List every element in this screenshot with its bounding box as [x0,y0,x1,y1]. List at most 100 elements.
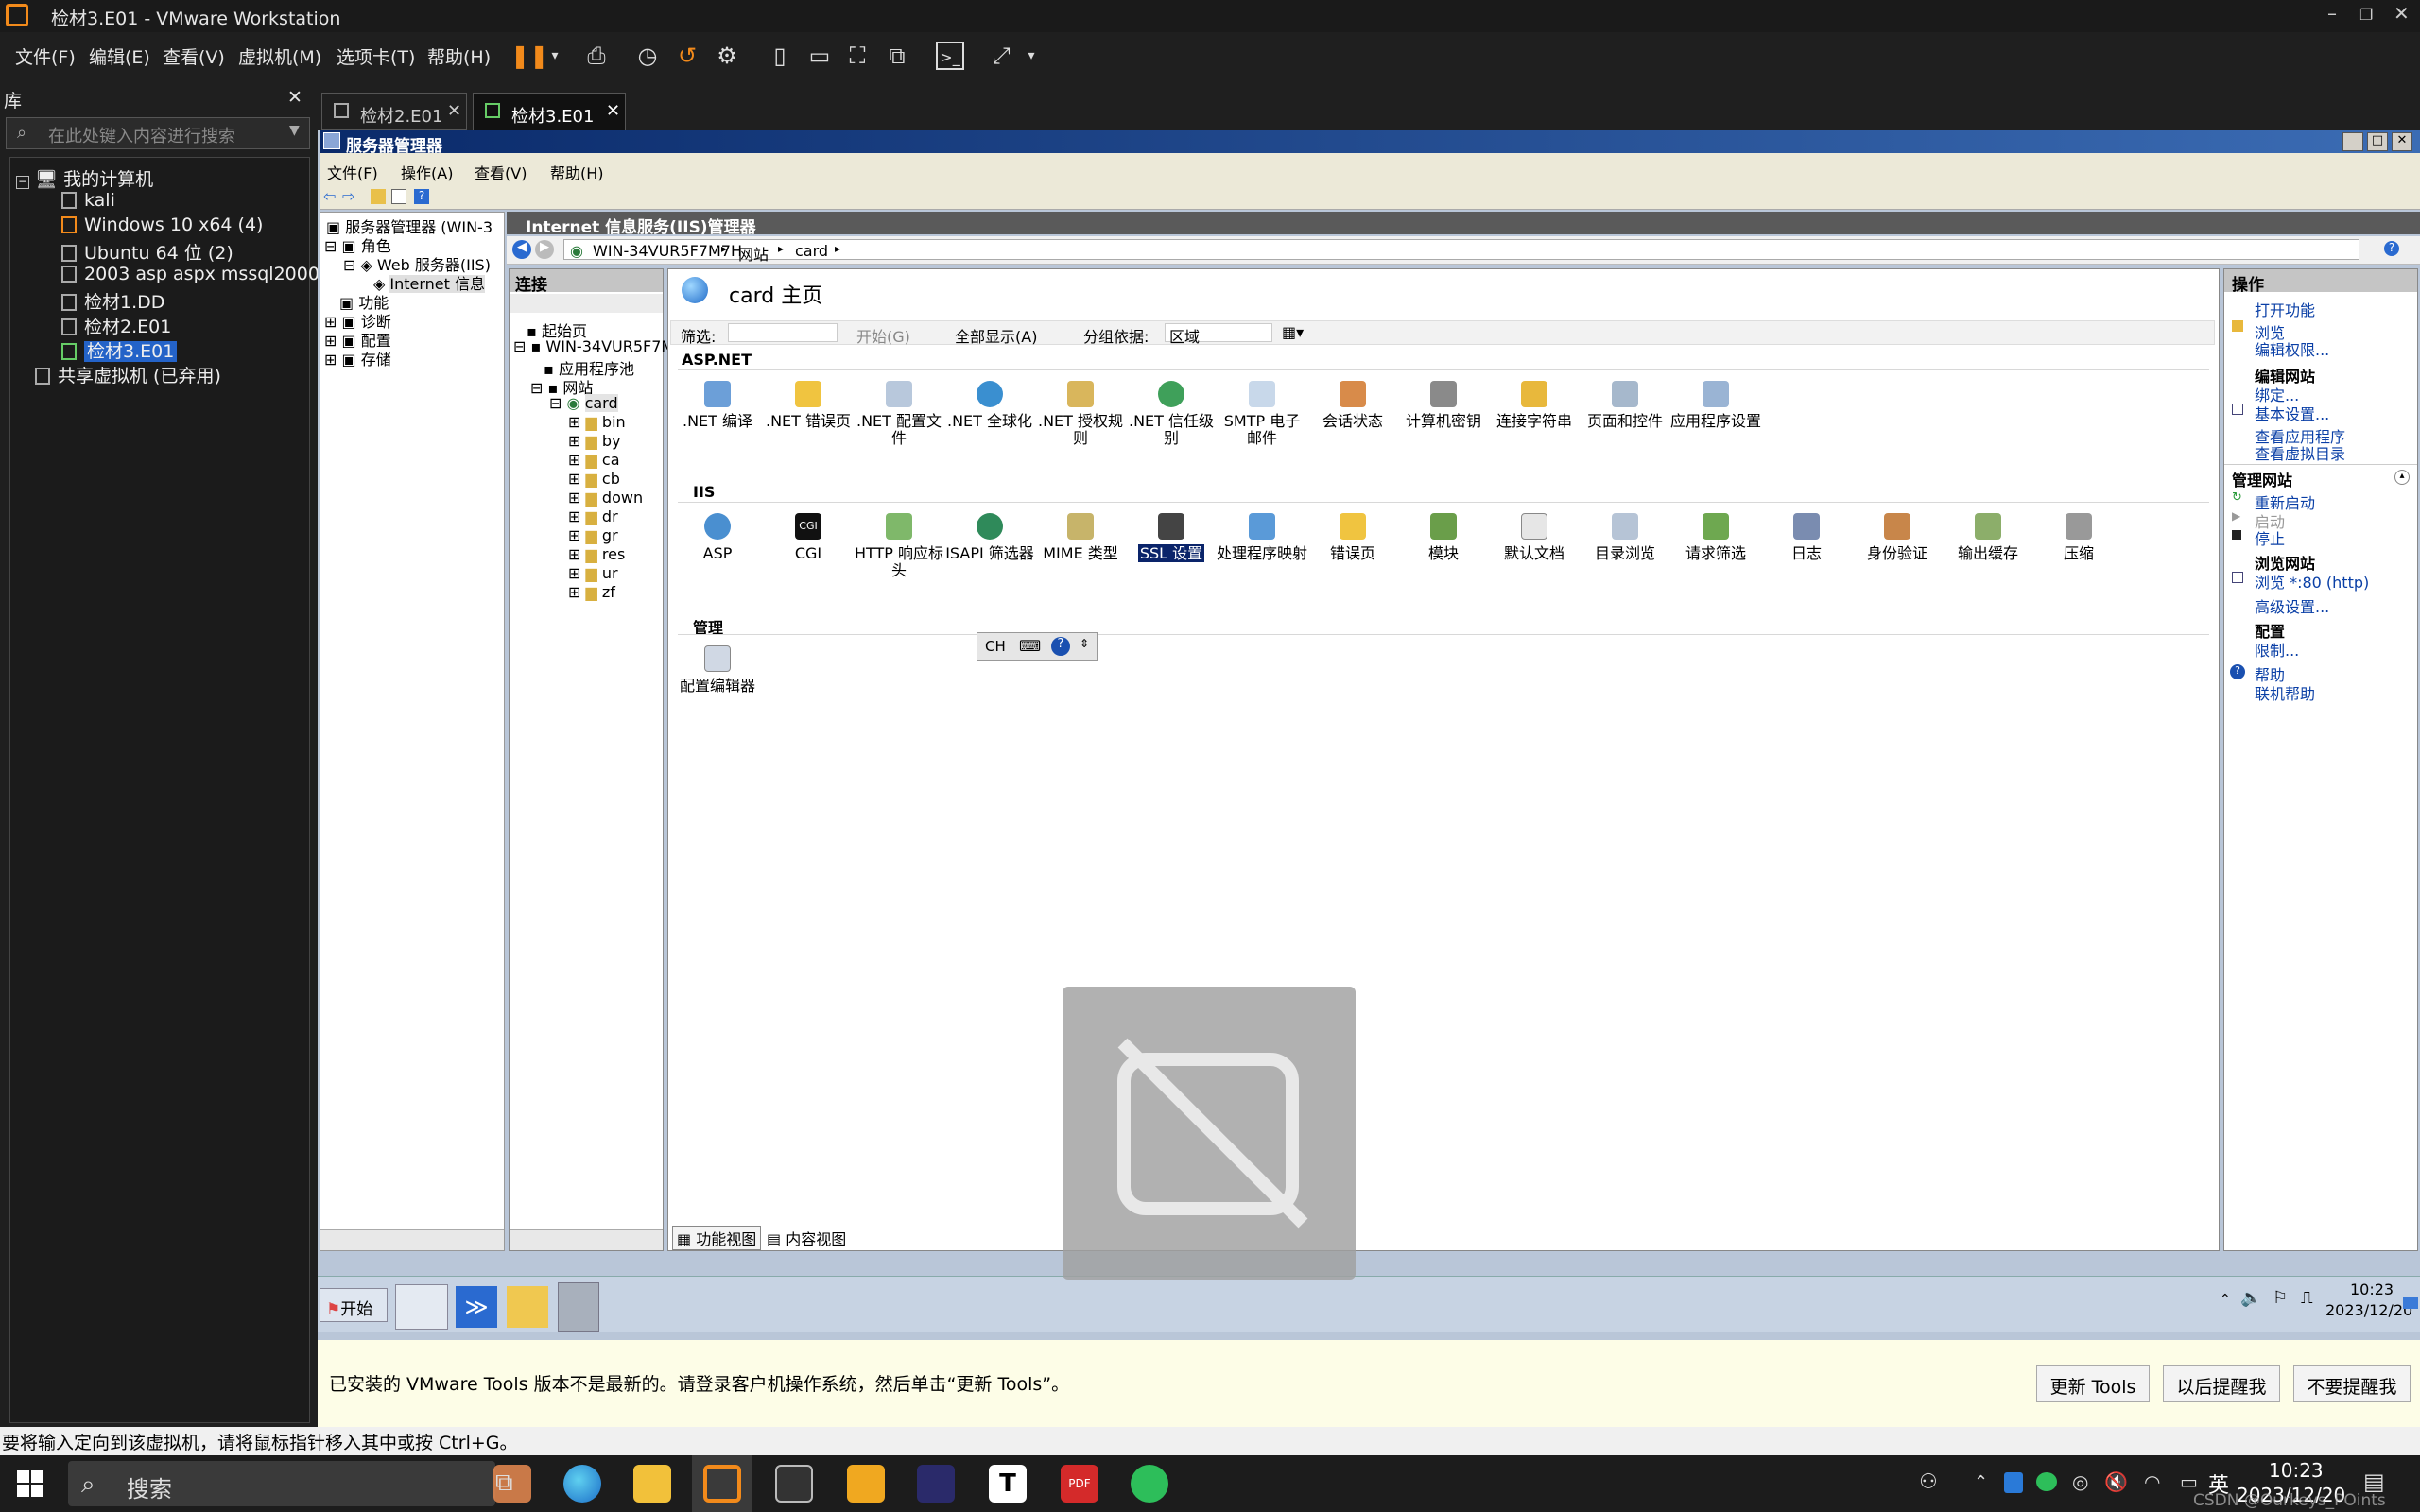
tab-feature-view[interactable]: ▦ 功能视图 [672,1226,762,1250]
explorer-folder-icon[interactable] [507,1286,548,1328]
feature-pages-controls[interactable]: 页面和控件 [1580,381,1670,430]
action-advanced-settings[interactable]: 高级设置... [2255,594,2329,617]
feature-net-trust-levels[interactable]: .NET 信任级别 [1126,381,1217,447]
tab-content-view[interactable]: ▤ 内容视图 [767,1227,846,1249]
file-explorer-icon[interactable] [633,1465,671,1503]
show-library-icon[interactable]: ▯ [766,42,794,70]
snapshot-manager-icon[interactable]: ⚙ [713,42,741,70]
battery-icon[interactable]: ▭ [2180,1470,2198,1493]
stretch-icon[interactable]: ⤢ [987,42,1015,70]
feature-directory-browsing[interactable]: 目录浏览 [1580,513,1670,562]
fullscreen-icon[interactable]: ⛶ [843,42,872,70]
network-icon[interactable]: ⎍ [2301,1288,2313,1308]
action-open-feature[interactable]: 打开功能 [2255,298,2315,320]
sm-menu-file[interactable]: 文件(F) [327,161,378,183]
collapse-icon[interactable]: − [16,176,29,189]
collapse-icon[interactable]: ▴ [2394,470,2410,485]
ime-mode-button[interactable]: CH [985,638,1006,655]
iis-manager-taskbar-icon[interactable] [558,1282,599,1332]
notifications-icon[interactable]: ▤ [2363,1469,2385,1495]
show-hidden-icons[interactable]: ⌃ [2220,1292,2231,1307]
feature-net-compilation[interactable]: .NET 编译 [672,381,763,430]
menu-help[interactable]: 帮助(H) [427,43,491,69]
breadcrumb-card[interactable]: card [795,242,828,260]
tree-node-vm[interactable]: 检材2.E01 [61,313,171,337]
pause-icon[interactable]: ❚❚ [510,42,548,70]
conn-folder[interactable]: ⊞ ▆ zf [568,583,615,601]
volume-icon[interactable]: 🔈 [2240,1288,2261,1308]
action-edit-permissions[interactable]: 编辑权限... [2255,337,2329,360]
feature-request-filtering[interactable]: 请求筛选 [1670,513,1761,562]
show-desktop-icon[interactable] [2403,1297,2418,1309]
filter-input[interactable] [728,323,838,342]
tab-vm-2[interactable]: 检材2.E01 ✕ [321,93,467,130]
feature-output-caching[interactable]: 输出缓存 [1943,513,2033,562]
conn-folder[interactable]: ⊞ ▆ dr [568,507,618,525]
sm-close-button[interactable]: ✕ [2392,132,2412,151]
feature-modules[interactable]: 模块 [1398,513,1489,562]
minimize-button[interactable]: – [2327,2,2337,25]
conn-folder[interactable]: ⊞ ▆ gr [568,526,618,544]
sm-node-iis-manager[interactable]: ◈ Internet 信息 [373,271,486,294]
feature-net-error-pages[interactable]: .NET 错误页 [763,381,854,430]
volume-muted-icon[interactable]: 🔇 [2104,1470,2128,1493]
action-stop[interactable]: 停止 [2255,526,2285,549]
feature-connection-strings[interactable]: 连接字符串 [1489,381,1580,430]
breadcrumb-sites[interactable]: 网站 [738,242,769,265]
conn-folder[interactable]: ⊞ ▆ by [568,432,621,450]
menu-vm[interactable]: 虚拟机(M) [238,43,321,69]
feature-asp[interactable]: ASP [672,513,763,562]
back-button[interactable]: ◀ [512,240,531,259]
menu-file[interactable]: 文件(F) [15,43,76,69]
wifi-icon[interactable]: ◠ [2144,1470,2160,1493]
feature-app-settings[interactable]: 应用程序设置 [1670,381,1761,430]
action-limits[interactable]: 限制... [2255,638,2299,661]
sm-menu-help[interactable]: 帮助(H) [550,161,604,183]
view-mode-icon[interactable]: ▦▾ [1282,323,1304,341]
close-tab-icon[interactable]: ✕ [447,101,461,121]
group-by-select[interactable]: 区域 [1165,323,1272,346]
conn-node-server[interactable]: ⊟ ▪ WIN-34VUR5F7M [513,337,674,355]
remind-later-button[interactable]: 以后提醒我 [2163,1365,2280,1402]
wechat-icon[interactable] [1131,1465,1168,1503]
address-input[interactable]: ◉ WIN-34VUR5F7M7H ▸ 网站 ▸ card ▸ [563,239,2360,264]
horizontal-scrollbar[interactable] [510,1229,663,1250]
action-view-virtual-dirs[interactable]: 查看虚拟目录 [2255,441,2345,464]
sm-minimize-button[interactable]: _ [2342,132,2363,151]
tray-app-icon[interactable]: ◎ [2072,1470,2088,1493]
help-icon[interactable]: ? [2384,241,2399,256]
tray-app-icon[interactable] [2004,1472,2023,1493]
horizontal-scrollbar[interactable] [320,1229,504,1250]
filter-start-button[interactable]: 开始(G) [856,324,910,347]
feature-smtp-email[interactable]: SMTP 电子邮件 [1217,381,1307,447]
feature-machine-key[interactable]: 计算机密钥 [1398,381,1489,430]
up-folder-icon[interactable] [371,189,386,204]
clock-time[interactable]: 10:23 [2269,1459,2324,1482]
sm-menu-view[interactable]: 查看(V) [475,161,527,183]
action-basic-settings[interactable]: 基本设置... [2255,402,2329,424]
forward-arrow-icon[interactable]: ⇨ [342,187,354,205]
feature-net-authorization[interactable]: .NET 授权规则 [1035,381,1126,447]
feather-app-icon[interactable] [917,1465,955,1503]
feature-compression[interactable]: 压缩 [2033,513,2124,562]
show-all-button[interactable]: 全部显示(A) [955,324,1037,347]
action-online-help[interactable]: 联机帮助 [2255,681,2315,704]
snapshot-icon[interactable]: ◷ [633,42,662,70]
show-hidden-icons[interactable]: ⌃ [1974,1472,1988,1492]
edge-browser-icon[interactable] [563,1465,601,1503]
guest-clock-time[interactable]: 10:23 [2350,1280,2394,1298]
typora-icon[interactable]: T [989,1465,1027,1503]
feature-handler-mappings[interactable]: 处理程序映射 [1217,513,1307,562]
revert-snapshot-icon[interactable]: ↺ [673,42,701,70]
help-icon[interactable]: ? [1051,637,1070,656]
conn-node-card[interactable]: ⊟ ◉ card [549,394,618,412]
help-icon[interactable]: ? [414,189,429,204]
action-browse-port-80[interactable]: 浏览 *:80 (http) [2255,570,2369,593]
back-arrow-icon[interactable]: ⇦ [323,187,336,205]
tree-node-vm[interactable]: 检材1.DD [61,288,164,313]
feature-net-globalization[interactable]: .NET 全球化 [944,381,1035,430]
update-tools-button[interactable]: 更新 Tools [2036,1365,2150,1402]
conn-folder[interactable]: ⊞ ▆ down [568,489,643,507]
tree-node-vm[interactable]: kali [61,190,115,215]
feature-configuration-editor[interactable]: 配置编辑器 [672,645,763,695]
